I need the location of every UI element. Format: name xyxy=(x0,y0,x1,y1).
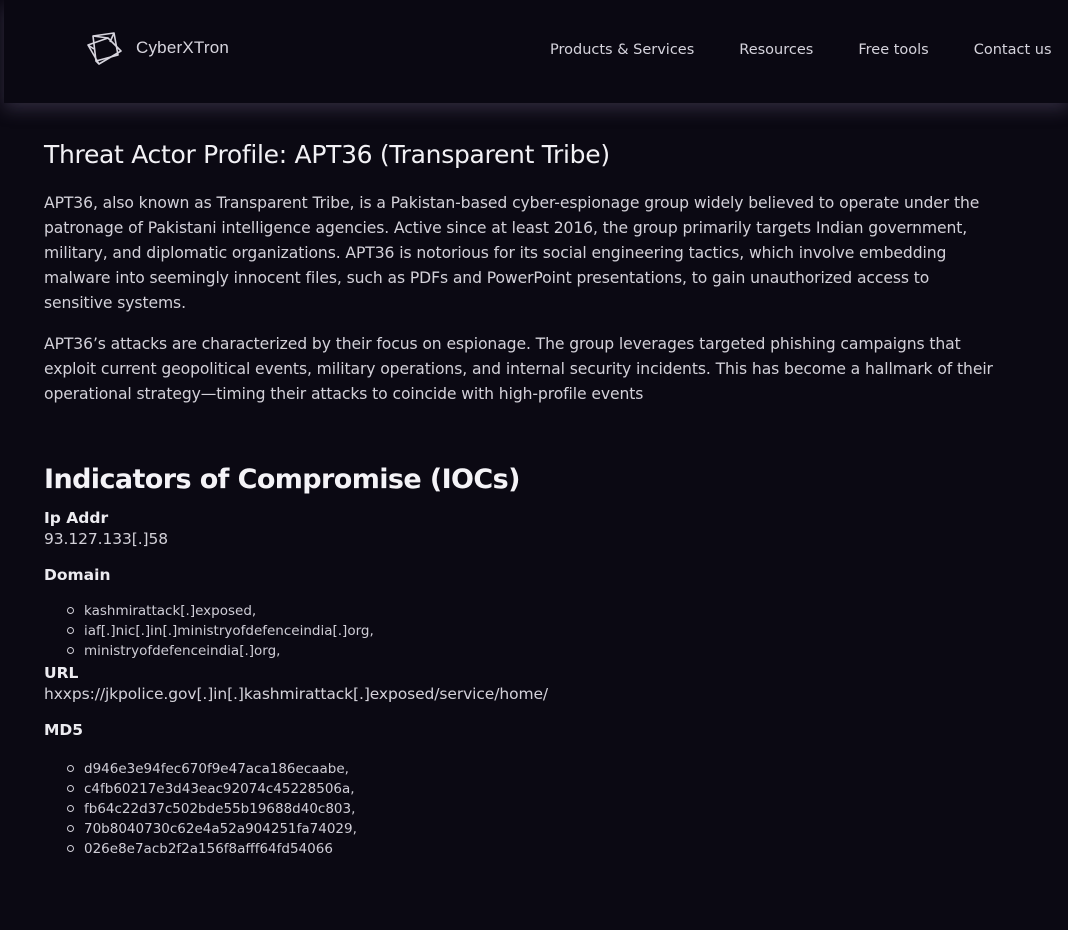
url-value: hxxps://jkpolice.gov[.]in[.]kashmirattac… xyxy=(44,685,549,703)
list-item: d946e3e94fec670f9e47aca186ecaabe, xyxy=(66,759,1004,779)
list-item: iaf[.]nic[.]in[.]ministryofdefenceindia[… xyxy=(66,621,1004,641)
nav-contact-us[interactable]: Contact us xyxy=(974,42,1052,58)
domain-list: kashmirattack[.]exposed, iaf[.]nic[.]in[… xyxy=(44,601,1004,661)
md5-label: MD5 xyxy=(44,721,84,739)
iocs-heading: Indicators of Compromise (IOCs) xyxy=(44,464,520,495)
profile-paragraph: APT36’s attacks are characterized by the… xyxy=(44,335,993,403)
url-label: URL xyxy=(44,664,79,682)
nav-resources[interactable]: Resources xyxy=(739,42,813,58)
page-title: Threat Actor Profile: APT36 (Transparent… xyxy=(44,140,610,169)
md5-list: d946e3e94fec670f9e47aca186ecaabe, c4fb60… xyxy=(44,759,1004,859)
list-item: ministryofdefenceindia[.]org, xyxy=(66,641,1004,661)
list-item: 026e8e7acb2f2a156f8afff64fd54066 xyxy=(66,839,1004,859)
ip-value: 93.127.133[.]58 xyxy=(44,530,168,548)
cyberxtron-logo-icon xyxy=(87,32,122,65)
list-item: 70b8040730c62e4a52a904251fa74029, xyxy=(66,819,1004,839)
domain-label: Domain xyxy=(44,566,111,584)
profile-paragraph: APT36, also known as Transparent Tribe, … xyxy=(44,194,980,312)
list-item: c4fb60217e3d43eac92074c45228506a, xyxy=(66,779,1004,799)
nav-free-tools[interactable]: Free tools xyxy=(858,42,928,58)
site-header: CyberXTron Products & Services Resources… xyxy=(4,0,1068,103)
list-item: fb64c22d37c502bde55b19688d40c803, xyxy=(66,799,1004,819)
nav-products-services[interactable]: Products & Services xyxy=(550,42,694,58)
list-item: kashmirattack[.]exposed, xyxy=(66,601,1004,621)
main-nav: Products & Services Resources Free tools… xyxy=(550,42,1052,58)
ip-label: Ip Addr xyxy=(44,509,109,527)
brand-name: CyberXTron xyxy=(136,38,230,57)
brand-logo-link[interactable]: CyberXTron xyxy=(84,28,229,68)
article-content: Threat Actor Profile: APT36 (Transparent… xyxy=(44,140,1004,859)
